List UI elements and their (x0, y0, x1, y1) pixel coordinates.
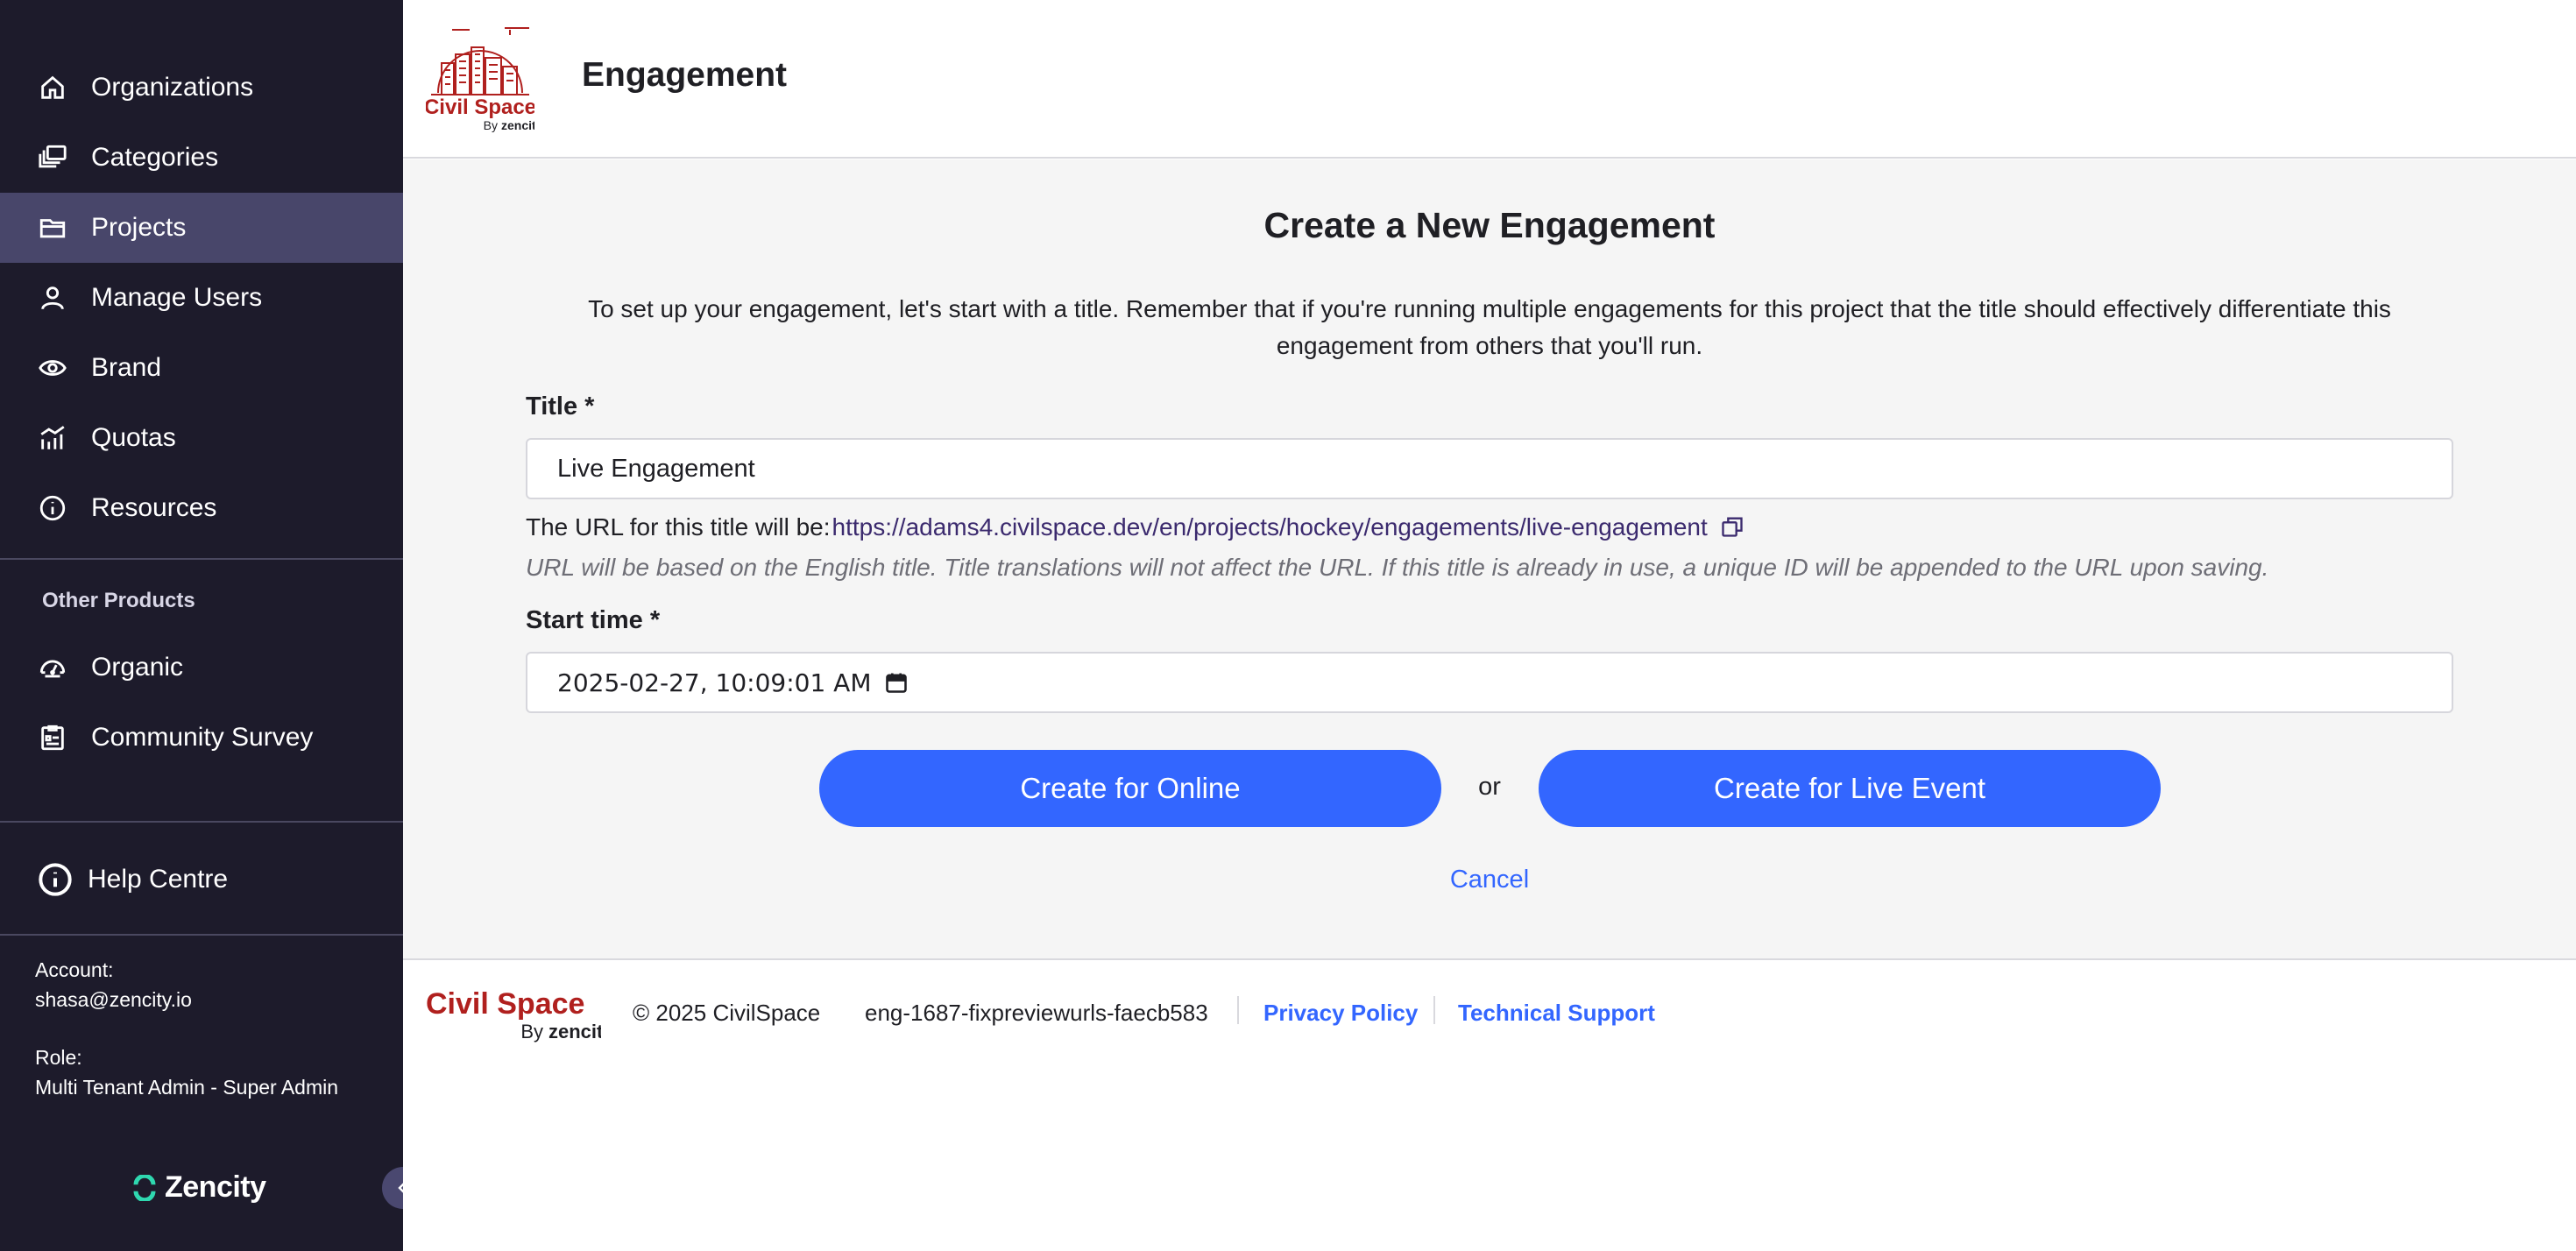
create-engagement-form: Create a New Engagement To set up your e… (403, 159, 2576, 960)
sidebar-item-quotas[interactable]: Quotas (0, 403, 403, 473)
start-time-input[interactable]: 2025-02-27, 10:09:01 AM (526, 652, 2453, 713)
user-icon (35, 280, 70, 315)
start-time-label: Start time * (526, 606, 661, 634)
role-label: Role: (35, 1046, 82, 1069)
footer-copyright: © 2025 CivilSpace (633, 1000, 821, 1026)
categories-icon (35, 140, 70, 175)
eye-icon (35, 350, 70, 385)
zencity-wordmark: Zencity (165, 1170, 266, 1204)
account-label: Account: (35, 958, 114, 981)
create-for-online-button[interactable]: Create for Online (819, 750, 1441, 827)
sidebar-item-label: Organizations (91, 73, 254, 102)
svg-text:zencity: zencity (548, 1021, 601, 1042)
zencity-mark-icon (133, 1174, 156, 1201)
footer: Civil Space By zencity © 2025 CivilSpace… (403, 961, 2576, 1251)
url-preview-link[interactable]: https://adams4.civilspace.dev/en/project… (832, 513, 1708, 541)
sidebar: Organizations Categories Projects Manage… (0, 0, 424, 1251)
account-email: shasa@zencity.io (35, 988, 192, 1011)
app-root: Organizations Categories Projects Manage… (0, 0, 2576, 1251)
footer-separator (1237, 996, 1239, 1024)
url-preview: The URL for this title will be: https://… (526, 513, 1746, 541)
sidebar-item-organic[interactable]: Organic (0, 633, 403, 703)
other-products-title: Other Products (42, 589, 195, 612)
folder-icon (35, 210, 70, 245)
sidebar-item-community-survey[interactable]: Community Survey (0, 703, 403, 773)
form-intro: To set up your engagement, let's start w… (588, 295, 2391, 359)
svg-text:zencity: zencity (501, 118, 534, 132)
sidebar-item-label: Organic (91, 653, 184, 682)
sidebar-item-label: Manage Users (91, 283, 263, 312)
cancel-link[interactable]: Cancel (403, 866, 2576, 894)
sidebar-item-projects[interactable]: Projects (0, 193, 403, 263)
sidebar-nav: Organizations Categories Projects Manage… (0, 53, 403, 543)
svg-text:Civil Space: Civil Space (426, 95, 534, 119)
footer-civil-space-logo: Civil Space By zencity (426, 987, 601, 1042)
title-input[interactable]: Live Engagement (526, 438, 2453, 499)
sidebar-item-label: Resources (91, 493, 217, 522)
sidebar-item-brand[interactable]: Brand (0, 333, 403, 403)
privacy-policy-link[interactable]: Privacy Policy (1263, 1000, 1418, 1027)
help-centre-link[interactable]: Help Centre (0, 845, 403, 915)
sidebar-item-label: Projects (91, 213, 187, 242)
sidebar-divider (0, 558, 403, 560)
url-note: URL will be based on the English title. … (526, 554, 2269, 581)
sidebar-item-label: Quotas (91, 423, 176, 452)
home-icon (35, 70, 70, 105)
sidebar-item-label: Brand (91, 353, 162, 382)
sidebar-item-categories[interactable]: Categories (0, 123, 403, 193)
copy-icon[interactable] (1720, 514, 1746, 541)
technical-support-link[interactable]: Technical Support (1458, 1000, 1655, 1027)
civil-space-logo[interactable]: Civil Space By zencity (426, 21, 534, 135)
role-value: Multi Tenant Admin - Super Admin (35, 1076, 339, 1099)
help-centre-label: Help Centre (88, 865, 229, 894)
svg-text:By: By (484, 118, 498, 132)
svg-text:By: By (520, 1021, 543, 1042)
sidebar-divider (0, 934, 403, 936)
svg-text:Civil Space: Civil Space (426, 987, 584, 1021)
or-separator: or (1478, 773, 1501, 801)
top-header: Civil Space By zencity Engagement (403, 0, 2576, 159)
sidebar-item-resources[interactable]: Resources (0, 473, 403, 543)
zencity-logo: Zencity (131, 1170, 266, 1205)
chart-icon (35, 421, 70, 456)
title-input-value: Live Engagement (557, 454, 755, 483)
sidebar-item-organizations[interactable]: Organizations (0, 53, 403, 123)
title-label: Title * (526, 392, 595, 421)
footer-build-id: eng-1687-fixpreviewurls-faecb583 (865, 1000, 1208, 1026)
create-for-live-event-button[interactable]: Create for Live Event (1539, 750, 2161, 827)
form-title: Create a New Engagement (1263, 205, 1716, 245)
gauge-icon (35, 650, 70, 685)
start-time-value: 2025-02-27, 10:09:01 AM (557, 668, 872, 697)
sidebar-divider (0, 821, 403, 823)
sidebar-item-manage-users[interactable]: Manage Users (0, 263, 403, 333)
sidebar-item-label: Categories (91, 143, 219, 172)
other-products-nav: Organic Community Survey (0, 633, 403, 773)
info-circle-icon (37, 861, 74, 898)
page-title: Engagement (582, 56, 788, 94)
sidebar-item-label: Community Survey (91, 723, 314, 752)
account-info: Account: shasa@zencity.io Role: Multi Te… (35, 955, 338, 1102)
calendar-icon[interactable] (884, 670, 909, 695)
url-prefix: The URL for this title will be: (526, 513, 831, 541)
survey-icon (35, 720, 70, 755)
info-icon (35, 491, 70, 526)
footer-separator (1433, 996, 1435, 1024)
